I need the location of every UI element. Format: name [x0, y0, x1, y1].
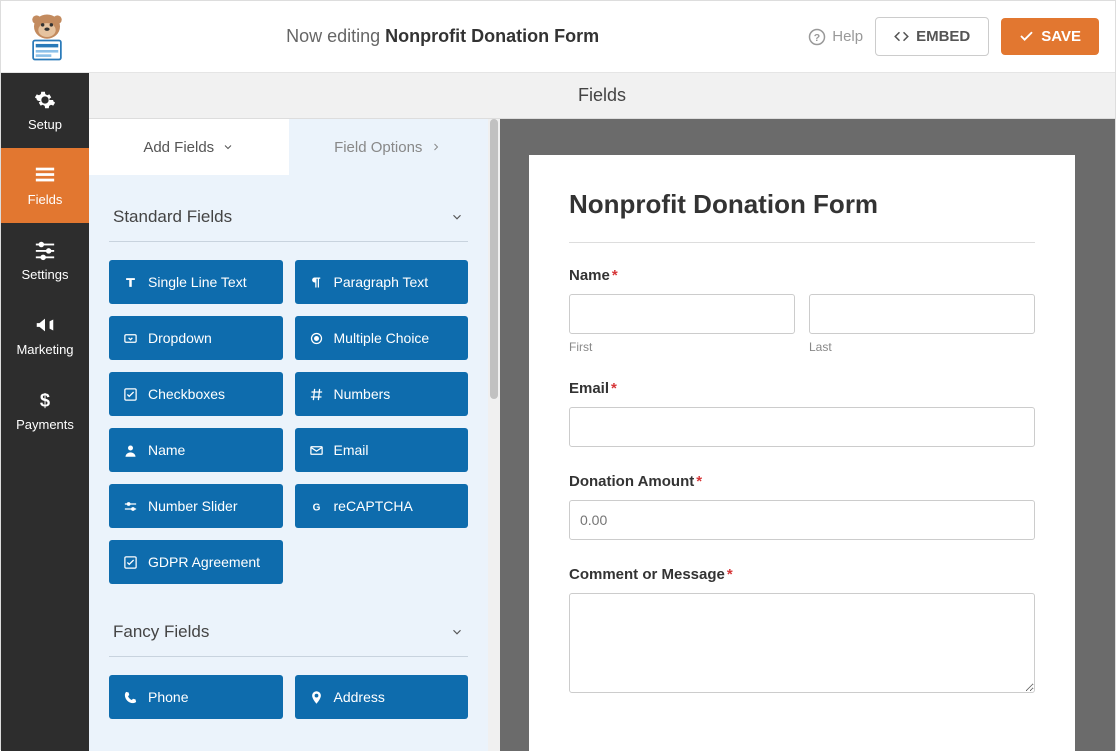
dropdown-icon — [123, 331, 138, 346]
app-logo — [17, 7, 77, 67]
field-address[interactable]: Address — [295, 675, 469, 719]
field-number-slider[interactable]: Number Slider — [109, 484, 283, 528]
sliders-icon — [34, 239, 56, 261]
phone-icon — [123, 690, 138, 705]
form-preview[interactable]: Nonprofit Donation Form Name* First Last — [529, 155, 1075, 751]
embed-button[interactable]: EMBED — [875, 17, 989, 56]
first-name-input[interactable] — [569, 294, 795, 334]
chevron-right-icon — [430, 141, 442, 153]
hash-icon — [309, 387, 324, 402]
required-asterisk: * — [696, 473, 702, 490]
builder-title: Fields — [89, 73, 1115, 119]
gear-icon — [34, 89, 56, 111]
checkbox-icon — [123, 387, 138, 402]
nav-settings-label: Settings — [22, 267, 69, 282]
field-numbers[interactable]: Numbers — [295, 372, 469, 416]
email-icon — [309, 443, 324, 458]
person-icon — [123, 443, 138, 458]
last-name-input[interactable] — [809, 294, 1035, 334]
nav-settings[interactable]: Settings — [1, 223, 89, 298]
field-recaptcha[interactable]: GreCAPTCHA — [295, 484, 469, 528]
nav-marketing[interactable]: Marketing — [1, 298, 89, 373]
name-label: Name* — [569, 267, 1035, 284]
checkbox-icon — [123, 555, 138, 570]
required-asterisk: * — [727, 566, 733, 583]
nav-fields[interactable]: Fields — [1, 148, 89, 223]
field-multiple-choice[interactable]: Multiple Choice — [295, 316, 469, 360]
nav-payments-label: Payments — [16, 417, 74, 432]
nav-fields-label: Fields — [28, 192, 63, 207]
check-icon — [1019, 29, 1034, 44]
nav-setup-label: Setup — [28, 117, 62, 132]
panel-scrollbar[interactable] — [488, 119, 500, 751]
field-dropdown[interactable]: Dropdown — [109, 316, 283, 360]
donation-label: Donation Amount* — [569, 473, 1035, 490]
field-email[interactable]: Email — [295, 428, 469, 472]
field-single-line-text[interactable]: Single Line Text — [109, 260, 283, 304]
tab-add-label: Add Fields — [143, 139, 214, 156]
section-standard-label: Standard Fields — [113, 207, 232, 227]
save-label: SAVE — [1041, 28, 1081, 45]
form-title: Nonprofit Donation Form — [569, 189, 1035, 243]
email-input[interactable] — [569, 407, 1035, 447]
comment-label: Comment or Message* — [569, 566, 1035, 583]
bullhorn-icon — [34, 314, 56, 336]
svg-text:$: $ — [40, 389, 50, 410]
nav-payments[interactable]: $ Payments — [1, 373, 89, 448]
section-fancy-fields[interactable]: Fancy Fields — [109, 608, 468, 657]
form-name: Nonprofit Donation Form — [385, 26, 599, 46]
last-sublabel: Last — [809, 340, 1035, 354]
required-asterisk: * — [611, 380, 617, 397]
chevron-down-icon — [222, 141, 234, 153]
help-icon: ? — [808, 28, 826, 46]
radio-icon — [309, 331, 324, 346]
tab-options-label: Field Options — [334, 139, 422, 156]
paragraph-icon — [309, 275, 324, 290]
field-checkboxes[interactable]: Checkboxes — [109, 372, 283, 416]
pin-icon — [309, 690, 324, 705]
required-asterisk: * — [612, 267, 618, 284]
svg-text:?: ? — [814, 31, 820, 43]
help-label: Help — [832, 28, 863, 45]
save-button[interactable]: SAVE — [1001, 18, 1099, 55]
comment-input[interactable] — [569, 593, 1035, 693]
first-sublabel: First — [569, 340, 795, 354]
left-nav: Setup Fields Settings Marketing $ Paymen… — [1, 73, 89, 751]
nav-marketing-label: Marketing — [16, 342, 73, 357]
field-phone[interactable]: Phone — [109, 675, 283, 719]
tab-field-options[interactable]: Field Options — [289, 119, 489, 175]
dollar-icon: $ — [34, 389, 56, 411]
tab-add-fields[interactable]: Add Fields — [89, 119, 289, 175]
nav-setup[interactable]: Setup — [1, 73, 89, 148]
donation-input[interactable] — [569, 500, 1035, 540]
list-icon — [34, 164, 56, 186]
slider-icon — [123, 499, 138, 514]
chevron-down-icon — [450, 210, 464, 224]
email-label: Email* — [569, 380, 1035, 397]
field-gdpr[interactable]: GDPR Agreement — [109, 540, 283, 584]
section-standard-fields[interactable]: Standard Fields — [109, 193, 468, 242]
editing-prefix: Now editing — [286, 26, 385, 46]
text-icon — [123, 275, 138, 290]
google-icon: G — [309, 499, 324, 514]
chevron-down-icon — [450, 625, 464, 639]
section-fancy-label: Fancy Fields — [113, 622, 209, 642]
embed-label: EMBED — [916, 28, 970, 45]
svg-text:G: G — [312, 502, 320, 513]
embed-icon — [894, 29, 909, 44]
page-title: Now editing Nonprofit Donation Form — [77, 26, 808, 47]
field-name[interactable]: Name — [109, 428, 283, 472]
field-paragraph-text[interactable]: Paragraph Text — [295, 260, 469, 304]
help-link[interactable]: ? Help — [808, 28, 863, 46]
